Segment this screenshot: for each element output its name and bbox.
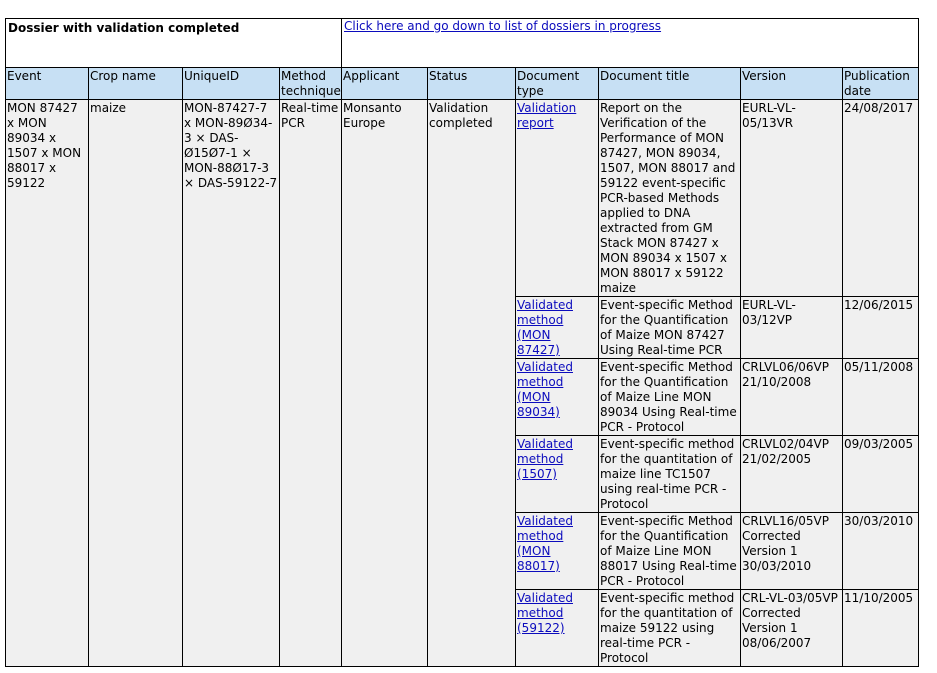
- header-publication-date: Publication date: [841, 67, 920, 100]
- doc-title-cell: Event-specific method for the quantitati…: [598, 589, 741, 667]
- header-row: Event Crop name UniqueID Method techniqu…: [5, 67, 920, 100]
- dossier-table: Dossier with validation completed Click …: [5, 18, 920, 667]
- doc-title-cell: Event-specific Method for the Quantifica…: [598, 296, 741, 359]
- doc-type-cell: Validated method (59122): [515, 589, 599, 667]
- doc-type-cell: Validated method (MON 89034): [515, 358, 599, 436]
- doc-title-cell: Event-specific Method for the Quantifica…: [598, 512, 741, 590]
- section-title: Dossier with validation completed: [5, 18, 342, 68]
- document-link[interactable]: Validated method (1507): [517, 437, 573, 481]
- document-link[interactable]: Validation report: [517, 101, 576, 130]
- doc-type-cell: Validated method (MON 88017): [515, 512, 599, 590]
- header-crop-name: Crop name: [88, 67, 183, 100]
- title-row: Dossier with validation completed Click …: [5, 18, 920, 68]
- doc-version-cell: CRLVL02/04VP 21/02/2005: [740, 435, 843, 513]
- header-uniqueid: UniqueID: [182, 67, 280, 100]
- crop-cell: maize: [88, 99, 183, 667]
- header-document-title: Document title: [598, 67, 741, 100]
- header-event: Event: [5, 67, 89, 100]
- doc-date-cell: 12/06/2015: [841, 296, 920, 359]
- doc-title-cell: Report on the Verification of the Perfor…: [598, 99, 741, 297]
- header-method-technique: Method technique: [279, 67, 342, 100]
- uniqueid-cell: MON-87427-7 x MON-89Ø34-3 × DAS-Ø15Ø7-1 …: [182, 99, 280, 667]
- doc-version-cell: EURL-VL-05/13VR: [740, 99, 843, 297]
- document-link[interactable]: Validated method (MON 87427): [517, 298, 573, 357]
- document-link[interactable]: Validated method (MON 88017): [517, 514, 573, 573]
- event-cell: MON 87427 x MON 89034 x 1507 x MON 88017…: [5, 99, 89, 667]
- header-applicant: Applicant: [341, 67, 428, 100]
- doc-date-cell: 24/08/2017: [841, 99, 920, 297]
- document-link[interactable]: Validated method (59122): [517, 591, 573, 635]
- doc-type-cell: Validated method (MON 87427): [515, 296, 599, 359]
- doc-date-cell: 09/03/2005: [841, 435, 920, 513]
- header-status: Status: [427, 67, 516, 100]
- doc-date-cell: 05/11/2008: [841, 358, 920, 436]
- header-document-type: Document type: [515, 67, 599, 100]
- doc-version-cell: EURL-VL-03/12VP: [740, 296, 843, 359]
- doc-date-cell: 30/03/2010: [841, 512, 920, 590]
- table-row: MON 87427 x MON 89034 x 1507 x MON 88017…: [5, 99, 920, 667]
- doc-type-cell: Validated method (1507): [515, 435, 599, 513]
- doc-version-cell: CRLVL06/06VP 21/10/2008: [740, 358, 843, 436]
- doc-version-cell: CRL-VL-03/05VP Corrected Version 1 08/06…: [740, 589, 843, 667]
- doc-version-cell: CRLVL16/05VP Corrected Version 1 30/03/2…: [740, 512, 843, 590]
- status-cell: Validation completed: [427, 99, 516, 667]
- link-cell: Click here and go down to list of dossie…: [340, 18, 920, 68]
- doc-title-cell: Event-specific Method for the Quantifica…: [598, 358, 741, 436]
- document-link[interactable]: Validated method (MON 89034): [517, 360, 573, 419]
- doc-date-cell: 11/10/2005: [841, 589, 920, 667]
- dossier-frame: Dossier with validation completed Click …: [5, 18, 920, 667]
- doc-type-cell: Validation report: [515, 99, 599, 297]
- header-version: Version: [740, 67, 843, 100]
- in-progress-link[interactable]: Click here and go down to list of dossie…: [344, 19, 661, 33]
- doc-title-cell: Event-specific method for the quantitati…: [598, 435, 741, 513]
- applicant-cell: Monsanto Europe: [341, 99, 428, 667]
- method-cell: Real-time PCR: [279, 99, 342, 667]
